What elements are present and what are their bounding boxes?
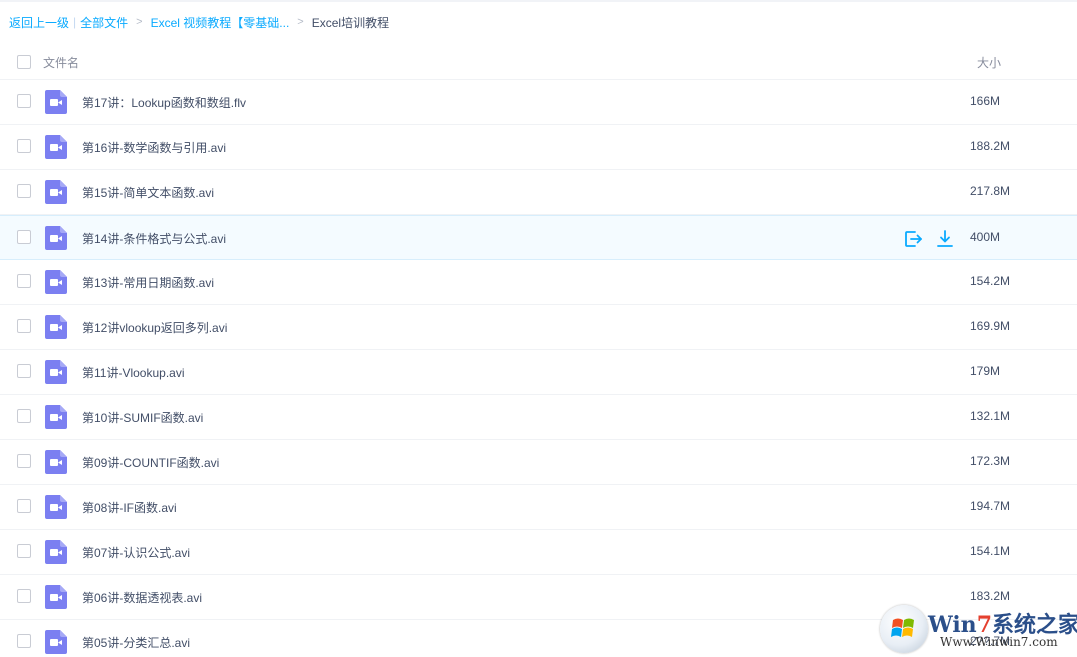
row-checkbox[interactable] [17,94,31,108]
chevron-right-icon: > [297,16,304,28]
file-name[interactable]: 第06讲-数据透视表.avi [82,589,202,606]
video-file-icon [45,135,67,159]
file-list: 第17讲：Lookup函数和数组.flv 166M 第16讲-数学函数与引用.a… [0,80,1077,657]
row-checkbox[interactable] [17,544,31,558]
file-size: 179M [970,364,1001,378]
file-size: 132.1M [970,409,1011,423]
file-name[interactable]: 第11讲-Vlookup.avi [82,364,185,381]
video-file-icon [45,270,67,294]
current-folder: Excel培训教程 [311,15,390,30]
file-row[interactable]: 第07讲-认识公式.avi 154.1M [0,530,1077,575]
windows-logo-icon [880,605,928,653]
file-list-header: 文件名 大小 [0,44,1077,80]
file-size: 166M [970,94,1001,108]
file-name[interactable]: 第17讲：Lookup函数和数组.flv [82,94,246,111]
file-size: 154.1M [970,544,1011,558]
file-row[interactable]: 第10讲-SUMIF函数.avi 132.1M [0,395,1077,440]
video-file-icon [45,540,67,564]
row-checkbox[interactable] [17,139,31,153]
file-row[interactable]: 第11讲-Vlookup.avi 179M [0,350,1077,395]
row-checkbox[interactable] [17,230,31,244]
top-divider [0,0,1077,2]
file-size: 154.2M [970,274,1011,288]
column-header-size[interactable]: 大小 [977,54,1001,71]
file-name[interactable]: 第09讲-COUNTIF函数.avi [82,454,219,471]
back-link[interactable]: 返回上一级 [9,14,69,31]
file-name[interactable]: 第07讲-认识公式.avi [82,544,190,561]
file-row[interactable]: 第16讲-数学函数与引用.avi 188.2M [0,125,1077,170]
video-file-icon [45,315,67,339]
file-name[interactable]: 第14讲-条件格式与公式.avi [82,230,226,247]
file-size: 183.2M [970,589,1011,603]
share-icon[interactable] [903,229,923,249]
file-size: 172.3M [970,454,1011,468]
column-header-name[interactable]: 文件名 [43,54,79,71]
watermark-url: Www.Winwin7.com [940,635,1058,649]
file-name[interactable]: 第15讲-简单文本函数.avi [82,184,214,201]
row-checkbox[interactable] [17,184,31,198]
chevron-right-icon: > [136,16,143,28]
file-size: 194.7M [970,499,1011,513]
video-file-icon [45,450,67,474]
row-checkbox[interactable] [17,319,31,333]
row-checkbox[interactable] [17,409,31,423]
row-checkbox[interactable] [17,589,31,603]
video-file-icon [45,360,67,384]
file-name[interactable]: 第08讲-IF函数.avi [82,499,177,516]
file-row[interactable]: 第08讲-IF函数.avi 194.7M [0,485,1077,530]
file-name[interactable]: 第10讲-SUMIF函数.avi [82,409,203,426]
file-row[interactable]: 第09讲-COUNTIF函数.avi 172.3M [0,440,1077,485]
file-size: 400M [970,230,1001,244]
file-row[interactable]: 第12讲vlookup返回多列.avi 169.9M [0,305,1077,350]
file-size: 217.8M [970,184,1011,198]
row-checkbox[interactable] [17,364,31,378]
file-size: 169.9M [970,319,1011,333]
row-checkbox[interactable] [17,454,31,468]
row-checkbox[interactable] [17,274,31,288]
row-checkbox[interactable] [17,634,31,648]
video-file-icon [45,630,67,654]
watermark: Win7系统之家 Www.Winwin7.com [878,603,1077,655]
video-file-icon [45,180,67,204]
breadcrumb: 返回上一级 | 全部文件 > Excel 视频教程【零基础... > Excel… [9,14,389,30]
file-name[interactable]: 第16讲-数学函数与引用.avi [82,139,226,156]
download-icon[interactable] [935,229,955,249]
video-file-icon [45,585,67,609]
video-file-icon [45,405,67,429]
breadcrumb-divider: | [73,15,77,29]
folder-link-excel-video[interactable]: Excel 视频教程【零基础... [151,14,290,31]
file-size: 188.2M [970,139,1011,153]
all-files-link[interactable]: 全部文件 [80,14,128,31]
row-checkbox[interactable] [17,499,31,513]
video-file-icon [45,90,67,114]
video-file-icon [45,226,67,250]
file-name[interactable]: 第05讲-分类汇总.avi [82,634,190,651]
video-file-icon [45,495,67,519]
file-row[interactable]: 第15讲-简单文本函数.avi 217.8M [0,170,1077,215]
file-name[interactable]: 第12讲vlookup返回多列.avi [82,319,227,336]
file-row[interactable]: 第17讲：Lookup函数和数组.flv 166M [0,80,1077,125]
file-row[interactable]: 第14讲-条件格式与公式.avi 400M [0,215,1077,260]
file-row[interactable]: 第13讲-常用日期函数.avi 154.2M [0,260,1077,305]
select-all-checkbox[interactable] [17,55,31,69]
file-name[interactable]: 第13讲-常用日期函数.avi [82,274,214,291]
